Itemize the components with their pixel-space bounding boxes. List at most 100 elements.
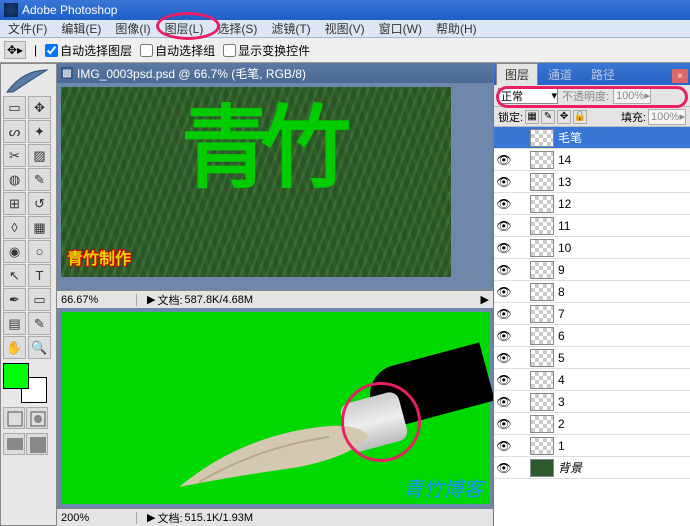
show-transform-checkbox[interactable]: 显示变换控件: [223, 42, 310, 59]
slice-tool[interactable]: ▨: [28, 144, 51, 167]
eyedropper-tool[interactable]: ✎: [28, 312, 51, 335]
visibility-icon[interactable]: 👁: [494, 285, 514, 299]
layer-row[interactable]: 👁6: [494, 325, 690, 347]
menu-view[interactable]: 视图(V): [319, 19, 371, 38]
layer-thumbnail[interactable]: [530, 415, 554, 433]
screen-full-menu[interactable]: [26, 433, 48, 455]
layer-row[interactable]: 毛笔: [494, 127, 690, 149]
shape-tool[interactable]: ▭: [28, 288, 51, 311]
lock-position-icon[interactable]: ✥: [557, 110, 571, 124]
visibility-icon[interactable]: 👁: [494, 395, 514, 409]
doc-icon[interactable]: ▩: [61, 67, 73, 79]
notes-tool[interactable]: ▤: [3, 312, 26, 335]
menu-select[interactable]: 选择(S): [211, 19, 263, 38]
type-tool[interactable]: T: [28, 264, 51, 287]
doc1-view[interactable]: 青竹 青竹制作 66.67% ▶文档:587.8K/4.68M ▶: [57, 83, 493, 308]
layer-row[interactable]: 👁背景: [494, 457, 690, 479]
quickmask-mode[interactable]: [26, 407, 48, 429]
layer-thumbnail[interactable]: [530, 151, 554, 169]
layer-thumbnail[interactable]: [530, 459, 554, 477]
fg-color[interactable]: [3, 363, 29, 389]
pen-tool[interactable]: ✒: [3, 288, 26, 311]
history-brush-tool[interactable]: ↺: [28, 192, 51, 215]
blend-mode-select[interactable]: 正常▾: [498, 88, 558, 104]
visibility-icon[interactable]: 👁: [494, 153, 514, 167]
marquee-tool[interactable]: ▭: [3, 96, 26, 119]
tab-paths[interactable]: 路径: [582, 63, 624, 85]
stamp-tool[interactable]: ⊞: [3, 192, 26, 215]
lock-all-icon[interactable]: 🔒: [573, 110, 587, 124]
visibility-icon[interactable]: 👁: [494, 373, 514, 387]
layer-thumbnail[interactable]: [530, 349, 554, 367]
layer-row[interactable]: 👁2: [494, 413, 690, 435]
screen-std[interactable]: [3, 433, 25, 455]
layer-thumbnail[interactable]: [530, 239, 554, 257]
lock-transparency-icon[interactable]: ▦: [525, 110, 539, 124]
layer-thumbnail[interactable]: [530, 305, 554, 323]
visibility-icon[interactable]: 👁: [494, 329, 514, 343]
zoom-level[interactable]: 66.67%: [57, 294, 137, 306]
lock-pixels-icon[interactable]: ✎: [541, 110, 555, 124]
visibility-icon[interactable]: 👁: [494, 197, 514, 211]
layer-thumbnail[interactable]: [530, 129, 554, 147]
menu-window[interactable]: 窗口(W): [373, 19, 428, 38]
wand-tool[interactable]: ✦: [28, 120, 51, 143]
layer-row[interactable]: 👁10: [494, 237, 690, 259]
visibility-icon[interactable]: 👁: [494, 351, 514, 365]
close-icon[interactable]: ×: [672, 69, 688, 83]
eraser-tool[interactable]: ◊: [3, 216, 26, 239]
layer-row[interactable]: 👁13: [494, 171, 690, 193]
layer-thumbnail[interactable]: [530, 195, 554, 213]
layer-thumbnail[interactable]: [530, 371, 554, 389]
layer-thumbnail[interactable]: [530, 393, 554, 411]
visibility-icon[interactable]: 👁: [494, 461, 514, 475]
move-tool[interactable]: ✥: [28, 96, 51, 119]
visibility-icon[interactable]: 👁: [494, 241, 514, 255]
visibility-icon[interactable]: 👁: [494, 219, 514, 233]
layer-thumbnail[interactable]: [530, 283, 554, 301]
layer-row[interactable]: 👁12: [494, 193, 690, 215]
tab-channels[interactable]: 通道: [539, 63, 581, 85]
heal-tool[interactable]: ◍: [3, 168, 26, 191]
layer-list[interactable]: 毛笔👁14👁13👁12👁11👁10👁9👁8👁7👁6👁5👁4👁3👁2👁1👁背景: [494, 127, 690, 526]
arrow-icon[interactable]: ▶: [147, 511, 155, 524]
opacity-input[interactable]: 100%▸: [613, 88, 651, 104]
layer-thumbnail[interactable]: [530, 437, 554, 455]
layer-row[interactable]: 👁8: [494, 281, 690, 303]
layer-row[interactable]: 👁5: [494, 347, 690, 369]
visibility-icon[interactable]: 👁: [494, 417, 514, 431]
gradient-tool[interactable]: ▦: [28, 216, 51, 239]
auto-select-group-checkbox[interactable]: 自动选择组: [140, 42, 215, 59]
visibility-icon[interactable]: 👁: [494, 307, 514, 321]
move-tool-icon[interactable]: ✥▸: [4, 41, 26, 59]
hand-tool[interactable]: ✋: [3, 336, 26, 359]
doc2-view[interactable]: 青竹博客 200% ▶文档:515.1K/1.93M: [57, 308, 493, 526]
blur-tool[interactable]: ◉: [3, 240, 26, 263]
layer-row[interactable]: 👁1: [494, 435, 690, 457]
layer-row[interactable]: 👁4: [494, 369, 690, 391]
menu-image[interactable]: 图像(I): [109, 19, 156, 38]
arrow-icon[interactable]: ▶: [481, 293, 489, 306]
path-tool[interactable]: ↖: [3, 264, 26, 287]
visibility-icon[interactable]: 👁: [494, 175, 514, 189]
brush-tool[interactable]: ✎: [28, 168, 51, 191]
layer-row[interactable]: 👁14: [494, 149, 690, 171]
zoom-level[interactable]: 200%: [57, 512, 137, 524]
visibility-icon[interactable]: 👁: [494, 263, 514, 277]
layer-thumbnail[interactable]: [530, 327, 554, 345]
auto-select-layer-checkbox[interactable]: 自动选择图层: [45, 42, 132, 59]
layer-thumbnail[interactable]: [530, 217, 554, 235]
menu-filter[interactable]: 滤镜(T): [265, 19, 316, 38]
crop-tool[interactable]: ✂: [3, 144, 26, 167]
layer-row[interactable]: 👁3: [494, 391, 690, 413]
menu-file[interactable]: 文件(F): [2, 19, 53, 38]
layer-row[interactable]: 👁11: [494, 215, 690, 237]
layer-row[interactable]: 👁7: [494, 303, 690, 325]
layer-thumbnail[interactable]: [530, 261, 554, 279]
menu-help[interactable]: 帮助(H): [430, 19, 483, 38]
fill-input[interactable]: 100%▸: [648, 109, 686, 125]
layer-row[interactable]: 👁9: [494, 259, 690, 281]
tab-layers[interactable]: 图层: [496, 63, 538, 85]
menu-layer[interactable]: 图层(L): [159, 19, 210, 38]
layer-thumbnail[interactable]: [530, 173, 554, 191]
